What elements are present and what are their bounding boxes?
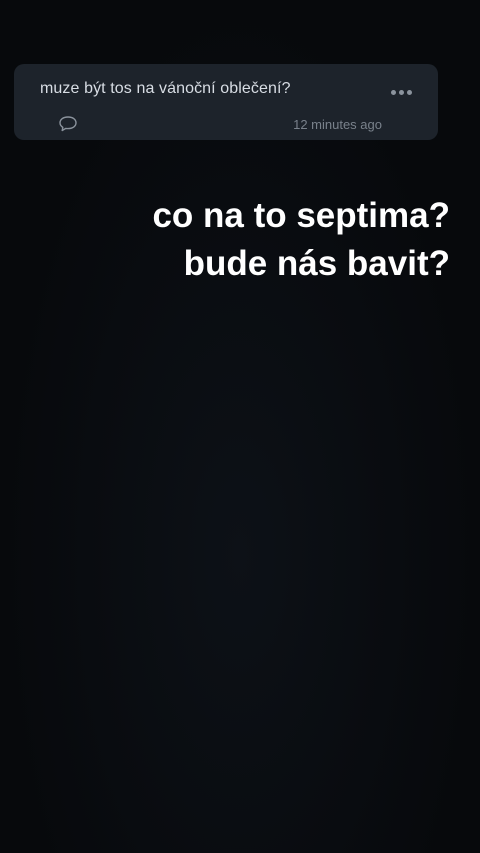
story-caption: co na to septima? bude nás bavit?	[50, 192, 450, 288]
question-text: muze být tos na vánoční oblečení?	[40, 80, 291, 97]
more-options-icon[interactable]	[391, 90, 412, 95]
question-card[interactable]: muze být tos na vánoční oblečení? 12 min…	[14, 64, 438, 140]
caption-line-1: co na to septima?	[152, 196, 450, 235]
more-dot	[391, 90, 396, 95]
comment-icon[interactable]	[58, 115, 78, 133]
caption-line-2: bude nás bavit?	[183, 244, 450, 283]
more-dot	[407, 90, 412, 95]
more-dot	[399, 90, 404, 95]
timestamp: 12 minutes ago	[293, 117, 382, 132]
